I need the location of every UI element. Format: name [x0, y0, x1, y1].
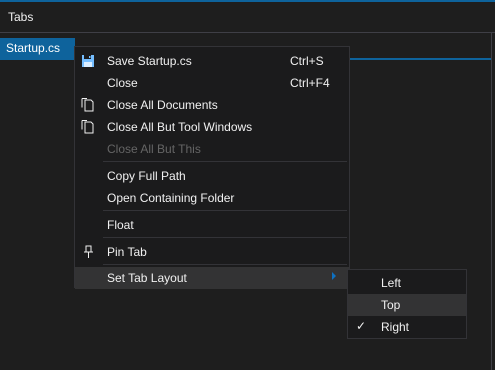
tab-label: Startup.cs	[6, 41, 61, 55]
checkmark-icon: ✓	[356, 319, 367, 333]
menu-item-close-all-documents[interactable]: Close All Documents	[75, 94, 349, 116]
save-icon	[82, 55, 94, 67]
menu-item-open-containing-folder[interactable]: Open Containing Folder	[75, 187, 349, 209]
menu-item-label: Close	[107, 76, 138, 90]
menu-item-label: Float	[107, 218, 134, 232]
menu-item-label: Set Tab Layout	[107, 271, 187, 285]
tab-context-menu: Save Startup.cs Ctrl+S Close Ctrl+F4 Clo…	[74, 46, 350, 289]
menu-item-save[interactable]: Save Startup.cs Ctrl+S	[75, 50, 349, 72]
menu-item-set-tab-layout[interactable]: Set Tab Layout	[75, 267, 349, 289]
menu-item-label: Close All But Tool Windows	[107, 120, 253, 134]
menu-item-label: Copy Full Path	[107, 169, 186, 183]
menu-item-label: Close All But This	[107, 142, 201, 156]
menu-separator	[103, 161, 347, 162]
menu-item-close-all-but-tool-windows[interactable]: Close All But Tool Windows	[75, 116, 349, 138]
menu-item-label: Save Startup.cs	[107, 54, 192, 68]
tab-layout-submenu: Left Top ✓ Right	[347, 269, 467, 339]
pin-icon	[84, 245, 93, 258]
submenu-item-label: Top	[381, 298, 401, 312]
menu-item-shortcut: Ctrl+S	[290, 54, 324, 68]
menu-item-label: Pin Tab	[107, 245, 147, 259]
panel-title: Tabs	[8, 10, 34, 24]
submenu-item-left[interactable]: Left	[348, 272, 466, 294]
menu-item-label: Open Containing Folder	[107, 191, 235, 205]
panel-border	[491, 33, 492, 370]
submenu-item-top[interactable]: Top	[348, 294, 466, 316]
menu-separator	[103, 237, 347, 238]
menu-separator	[103, 264, 347, 265]
menu-item-float[interactable]: Float	[75, 214, 349, 236]
submenu-item-label: Left	[381, 276, 402, 290]
menu-item-pin-tab[interactable]: Pin Tab	[75, 241, 349, 263]
title-divider	[0, 32, 495, 33]
menu-item-shortcut: Ctrl+F4	[290, 76, 330, 90]
menu-separator	[103, 210, 347, 211]
menu-item-close-all-but-this: Close All But This	[75, 138, 349, 160]
menu-item-copy-full-path[interactable]: Copy Full Path	[75, 165, 349, 187]
close-all-documents-icon	[81, 98, 94, 112]
submenu-item-label: Right	[381, 320, 410, 334]
close-all-but-tool-windows-icon	[81, 120, 94, 134]
menu-item-close[interactable]: Close Ctrl+F4	[75, 72, 349, 94]
tab-startup-cs[interactable]: Startup.cs	[0, 38, 75, 58]
submenu-arrow-icon	[332, 272, 336, 280]
menu-item-label: Close All Documents	[107, 98, 218, 112]
submenu-item-right[interactable]: ✓ Right	[348, 316, 466, 338]
top-accent-line	[0, 0, 495, 2]
